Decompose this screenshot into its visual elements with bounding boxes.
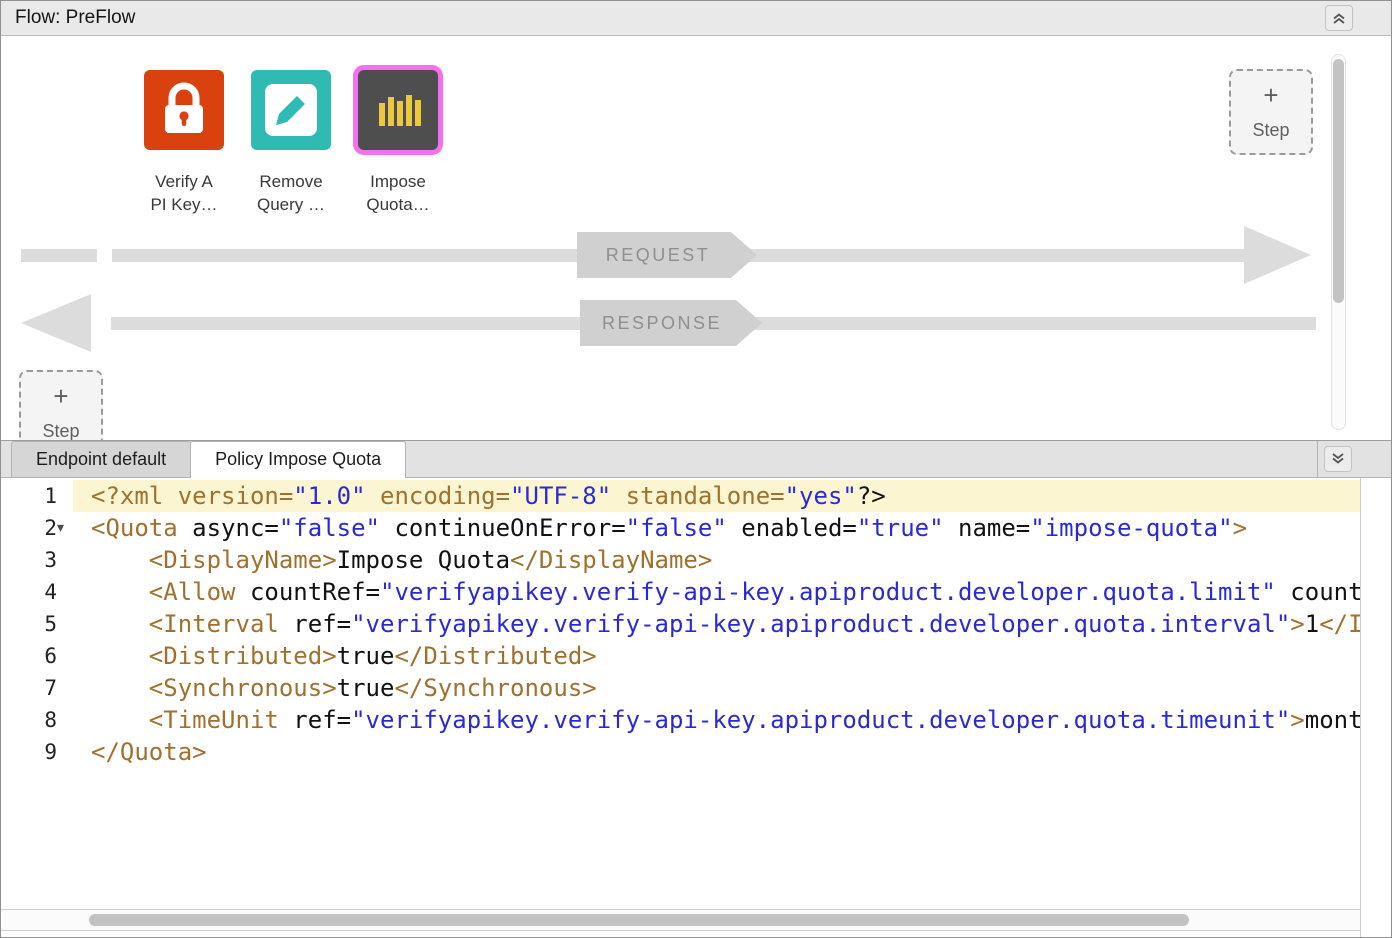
- code-line-2[interactable]: 2▾<Quota async="false" continueOnError="…: [1, 512, 1360, 544]
- code-text[interactable]: <?xml version="1.0" encoding="UTF-8" sta…: [73, 480, 1360, 512]
- code-text[interactable]: <Distributed>true</Distributed>: [73, 640, 1360, 672]
- code-line-7[interactable]: 7 <Synchronous>true</Synchronous>: [1, 672, 1360, 704]
- code-text[interactable]: <TimeUnit ref="verifyapikey.verify-api-k…: [73, 704, 1360, 736]
- api-proxy-develop-view: Flow: PreFlow Verify API Key…RemoveQuery…: [0, 0, 1392, 938]
- tab-endpoint-default[interactable]: Endpoint default: [11, 441, 191, 477]
- code-text[interactable]: <DisplayName>Impose Quota</DisplayName>: [73, 544, 1360, 576]
- response-arrowhead-icon: [21, 294, 91, 352]
- add-step-button-request[interactable]: + Step: [1229, 69, 1313, 155]
- policy-impose-quota[interactable]: ImposeQuota…: [358, 70, 438, 216]
- lock-icon[interactable]: [144, 70, 224, 150]
- tab-policy-impose-quota[interactable]: Policy Impose Quota: [190, 441, 406, 477]
- line-number: 9: [1, 736, 73, 768]
- collapse-editor-panel-button[interactable]: [1324, 446, 1352, 472]
- line-number: 4: [1, 576, 73, 608]
- code-text[interactable]: <Synchronous>true</Synchronous>: [73, 672, 1360, 704]
- code-line-3[interactable]: 3 <DisplayName>Impose Quota</DisplayName…: [1, 544, 1360, 576]
- policy-label: RemoveQuery …: [229, 170, 353, 216]
- request-flow-line-stub: [21, 249, 97, 262]
- line-number: 6: [1, 640, 73, 672]
- double-chevron-down-icon: [1329, 451, 1347, 467]
- flow-canvas[interactable]: Verify API Key…RemoveQuery …ImposeQuota……: [1, 36, 1391, 441]
- code-text[interactable]: <Interval ref="verifyapikey.verify-api-k…: [73, 608, 1360, 640]
- code-line-6[interactable]: 6 <Distributed>true</Distributed>: [1, 640, 1360, 672]
- editor-scrollbar-rail: [1360, 478, 1391, 938]
- collapse-flow-panel-button[interactable]: [1325, 5, 1353, 31]
- flow-scrollbar-thumb[interactable]: [1333, 59, 1344, 303]
- tabs-container: Endpoint defaultPolicy Impose Quota: [1, 441, 405, 477]
- fold-marker-icon[interactable]: ▾: [57, 512, 64, 544]
- pencil-icon[interactable]: [251, 70, 331, 150]
- request-arrowhead-icon: [1244, 226, 1311, 284]
- tabbar-right-rail: [1317, 441, 1391, 477]
- bars-icon[interactable]: [358, 70, 438, 150]
- flow-header: Flow: PreFlow: [1, 1, 1391, 36]
- request-flow-label[interactable]: REQUEST: [577, 232, 757, 278]
- add-step-button-response[interactable]: + Step: [19, 370, 103, 441]
- flow-panel: Flow: PreFlow Verify API Key…RemoveQuery…: [1, 1, 1391, 441]
- editor-tab-bar: Endpoint defaultPolicy Impose Quota: [1, 441, 1391, 478]
- flow-vertical-scrollbar[interactable]: [1331, 54, 1346, 430]
- plus-icon: +: [1263, 83, 1278, 107]
- editor-horizontal-scrollbar[interactable]: [1, 909, 1360, 931]
- policy-label: ImposeQuota…: [336, 170, 460, 216]
- code-line-1[interactable]: 1<?xml version="1.0" encoding="UTF-8" st…: [1, 480, 1360, 512]
- response-flow-label[interactable]: RESPONSE: [580, 300, 762, 346]
- code-text[interactable]: <Allow countRef="verifyapikey.verify-api…: [73, 576, 1360, 608]
- add-step-label: Step: [1252, 120, 1289, 141]
- code-text[interactable]: </Quota>: [73, 736, 1360, 768]
- code-editor[interactable]: 1<?xml version="1.0" encoding="UTF-8" st…: [1, 478, 1391, 938]
- code-line-5[interactable]: 5 <Interval ref="verifyapikey.verify-api…: [1, 608, 1360, 640]
- plus-icon: +: [53, 384, 68, 408]
- line-number: 5: [1, 608, 73, 640]
- add-step-label: Step: [42, 421, 79, 441]
- code-line-4[interactable]: 4 <Allow countRef="verifyapikey.verify-a…: [1, 576, 1360, 608]
- code-text[interactable]: <Quota async="false" continueOnError="fa…: [73, 512, 1360, 544]
- double-chevron-up-icon: [1330, 10, 1348, 26]
- policy-verify-api-key[interactable]: Verify API Key…: [144, 70, 224, 216]
- line-number: 7: [1, 672, 73, 704]
- policy-row: Verify API Key…RemoveQuery …ImposeQuota…: [144, 70, 438, 216]
- code-line-8[interactable]: 8 <TimeUnit ref="verifyapikey.verify-api…: [1, 704, 1360, 736]
- editor-scrollbar-thumb[interactable]: [89, 914, 1189, 926]
- code-lines[interactable]: 1<?xml version="1.0" encoding="UTF-8" st…: [1, 478, 1360, 909]
- policy-label: Verify API Key…: [122, 170, 246, 216]
- line-number: 1: [1, 480, 73, 512]
- editor-panel: Endpoint defaultPolicy Impose Quota 1<?x…: [1, 441, 1391, 938]
- code-line-9[interactable]: 9</Quota>: [1, 736, 1360, 768]
- line-number: 8: [1, 704, 73, 736]
- flow-title: Flow: PreFlow: [15, 1, 135, 35]
- line-number: 3: [1, 544, 73, 576]
- policy-remove-query-param[interactable]: RemoveQuery …: [251, 70, 331, 216]
